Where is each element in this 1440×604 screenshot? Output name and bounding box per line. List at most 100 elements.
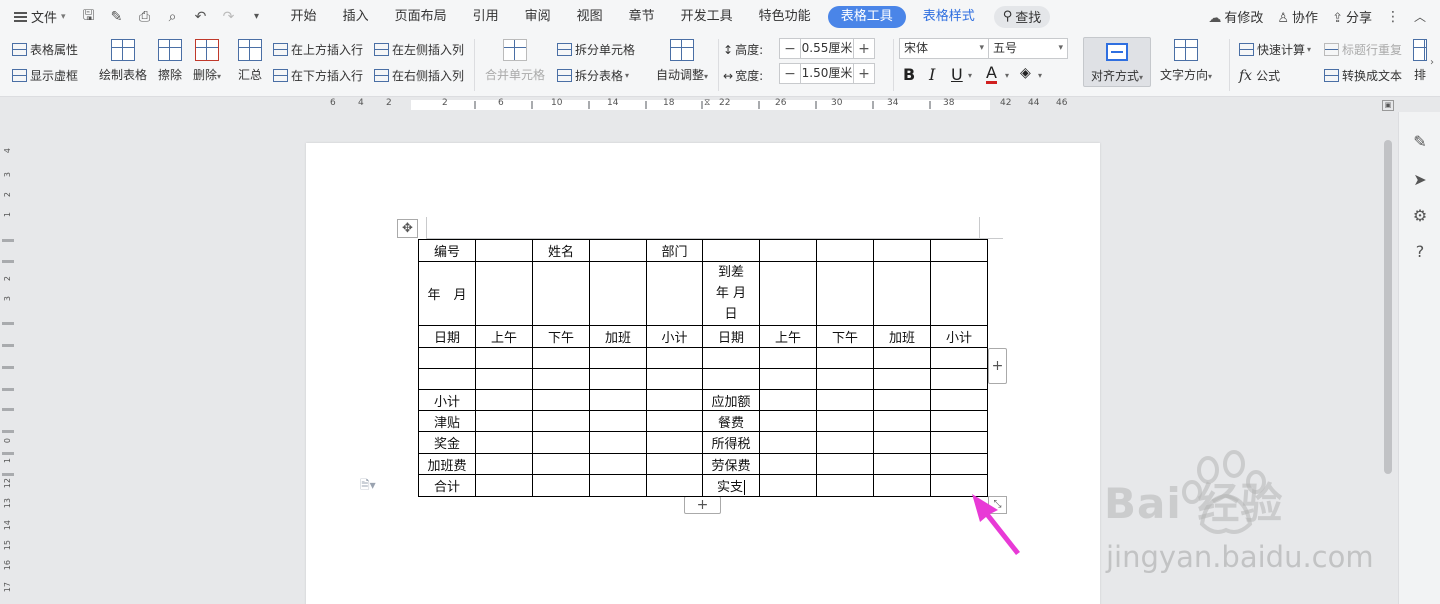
table-cell[interactable]: 姓名 — [532, 239, 590, 262]
more-icon[interactable]: ⋮ — [1386, 9, 1400, 25]
table-cell[interactable] — [418, 347, 476, 369]
column-marker[interactable] — [758, 101, 760, 109]
column-marker[interactable] — [588, 101, 590, 109]
redo-icon[interactable]: ↷ — [220, 9, 238, 25]
table-cell[interactable]: 部门 — [646, 239, 703, 262]
draw-table-button[interactable]: 绘制表格 — [99, 39, 147, 83]
table-cell[interactable] — [873, 368, 931, 390]
table-cell[interactable] — [930, 261, 988, 326]
column-marker[interactable] — [815, 101, 817, 109]
table-cell[interactable]: 应加额 — [702, 389, 760, 411]
settings-sliders-icon[interactable]: ⚙ — [1410, 206, 1430, 225]
table-cell[interactable]: 到差 年 月 日 — [702, 261, 760, 326]
table-cell[interactable] — [873, 410, 931, 432]
table-cell[interactable] — [759, 431, 817, 454]
table-cell[interactable] — [646, 453, 703, 475]
bold-icon[interactable]: B — [903, 65, 915, 84]
table-cell[interactable] — [532, 474, 590, 497]
font-size-select[interactable]: 五号 — [988, 38, 1068, 59]
decrease-icon[interactable]: − — [780, 41, 800, 57]
table-cell[interactable] — [873, 389, 931, 411]
table-cell[interactable]: 加班 — [589, 325, 647, 348]
row-marker[interactable] — [2, 366, 14, 369]
select-cursor-icon[interactable]: ➤ — [1410, 170, 1430, 189]
table-cell[interactable] — [816, 368, 874, 390]
col-width-stepper[interactable]: − 1.50厘米 + — [779, 63, 875, 84]
insert-row-above-button[interactable]: 在上方插入行 — [273, 41, 363, 58]
table-cell[interactable] — [589, 389, 647, 411]
insert-row-below-button[interactable]: 在下方插入行 — [273, 67, 363, 84]
column-marker[interactable] — [474, 101, 476, 109]
table-cell[interactable] — [873, 239, 931, 262]
chevron-down-icon[interactable]: ▾ — [968, 71, 972, 80]
insert-col-left-button[interactable]: 在左侧插入列 — [374, 41, 464, 58]
auto-fit-button[interactable]: 自动调整▾ — [656, 39, 708, 83]
table-cell[interactable]: 加班 — [873, 325, 931, 348]
table-cell[interactable] — [646, 410, 703, 432]
collab-button[interactable]: ♙ 协作 — [1277, 7, 1318, 26]
tab-review[interactable]: 审阅 — [512, 0, 564, 33]
print-icon[interactable]: ⎙ — [136, 9, 154, 25]
table-cell[interactable] — [816, 453, 874, 475]
form-table[interactable]: 编号 姓名 部门 年 月 到差 年 月 日 日期 上午 下午 加班 小计 日期 … — [418, 239, 988, 497]
table-cell[interactable] — [475, 261, 533, 326]
tab-page-layout[interactable]: 页面布局 — [382, 0, 460, 33]
col-width-value[interactable]: 1.50厘米 — [800, 64, 854, 83]
indent-marker-icon[interactable]: ⧖ — [704, 98, 710, 108]
erase-button[interactable]: 擦除 — [158, 39, 182, 83]
table-cell[interactable]: 餐费 — [702, 410, 760, 432]
table-cell[interactable] — [475, 347, 533, 369]
table-cell[interactable] — [475, 431, 533, 454]
table-cell[interactable] — [646, 347, 703, 369]
collapse-ribbon-icon[interactable]: ︿ — [1414, 8, 1426, 25]
font-color-icon[interactable]: A — [986, 65, 997, 84]
table-cell[interactable] — [532, 347, 590, 369]
table-cell[interactable] — [646, 389, 703, 411]
row-marker[interactable] — [2, 239, 14, 242]
formula-button[interactable]: fx 公式 — [1239, 67, 1280, 84]
table-move-handle-icon[interactable]: ✥ — [397, 219, 418, 238]
table-cell[interactable]: 奖金 — [418, 431, 476, 454]
table-cell[interactable] — [475, 368, 533, 390]
table-cell[interactable] — [589, 239, 647, 262]
table-cell[interactable] — [930, 410, 988, 432]
table-cell[interactable]: 上午 — [475, 325, 533, 348]
table-cell[interactable]: 津贴 — [418, 410, 476, 432]
table-cell[interactable] — [418, 368, 476, 390]
convert-text-button[interactable]: 转换成文本 — [1324, 67, 1402, 84]
underline-icon[interactable]: U — [951, 65, 963, 84]
table-cell[interactable]: 编号 — [418, 239, 476, 262]
file-menu[interactable]: 文件 ▾ — [0, 7, 76, 26]
undo-icon[interactable]: ↶ — [192, 9, 210, 25]
tab-developer[interactable]: 开发工具 — [668, 0, 746, 33]
tab-view[interactable]: 视图 — [564, 0, 616, 33]
table-cell[interactable] — [873, 261, 931, 326]
table-cell[interactable] — [759, 239, 817, 262]
chevron-down-icon[interactable]: ▾ — [1005, 71, 1009, 80]
sort-button[interactable]: 排 — [1412, 39, 1428, 83]
merge-cells-button[interactable]: 合并单元格 — [485, 39, 545, 83]
table-cell[interactable]: 上午 — [759, 325, 817, 348]
tab-insert[interactable]: 插入 — [330, 0, 382, 33]
row-marker[interactable] — [2, 408, 14, 411]
column-marker[interactable] — [872, 101, 874, 109]
increase-icon[interactable]: + — [854, 66, 874, 82]
table-cell[interactable] — [702, 368, 760, 390]
table-cell[interactable] — [759, 410, 817, 432]
save-icon[interactable]: 🖫 — [80, 5, 98, 29]
table-cell[interactable]: 日期 — [702, 325, 760, 348]
customize-icon[interactable]: ▾ — [248, 11, 266, 22]
table-cell[interactable] — [816, 261, 874, 326]
tab-features[interactable]: 特色功能 — [746, 0, 824, 33]
add-row-button[interactable]: + — [684, 496, 721, 514]
insert-col-right-button[interactable]: 在右侧插入列 — [374, 67, 464, 84]
table-cell[interactable] — [759, 347, 817, 369]
table-cell[interactable] — [873, 347, 931, 369]
table-cell[interactable] — [589, 368, 647, 390]
table-properties-button[interactable]: 表格属性 — [12, 41, 78, 58]
table-cell[interactable] — [873, 431, 931, 454]
column-marker[interactable] — [645, 101, 647, 109]
repeat-header-button[interactable]: 标题行重复 — [1324, 41, 1402, 58]
table-cell[interactable] — [532, 410, 590, 432]
search-box[interactable]: ⚲ 查找 — [993, 5, 1051, 28]
